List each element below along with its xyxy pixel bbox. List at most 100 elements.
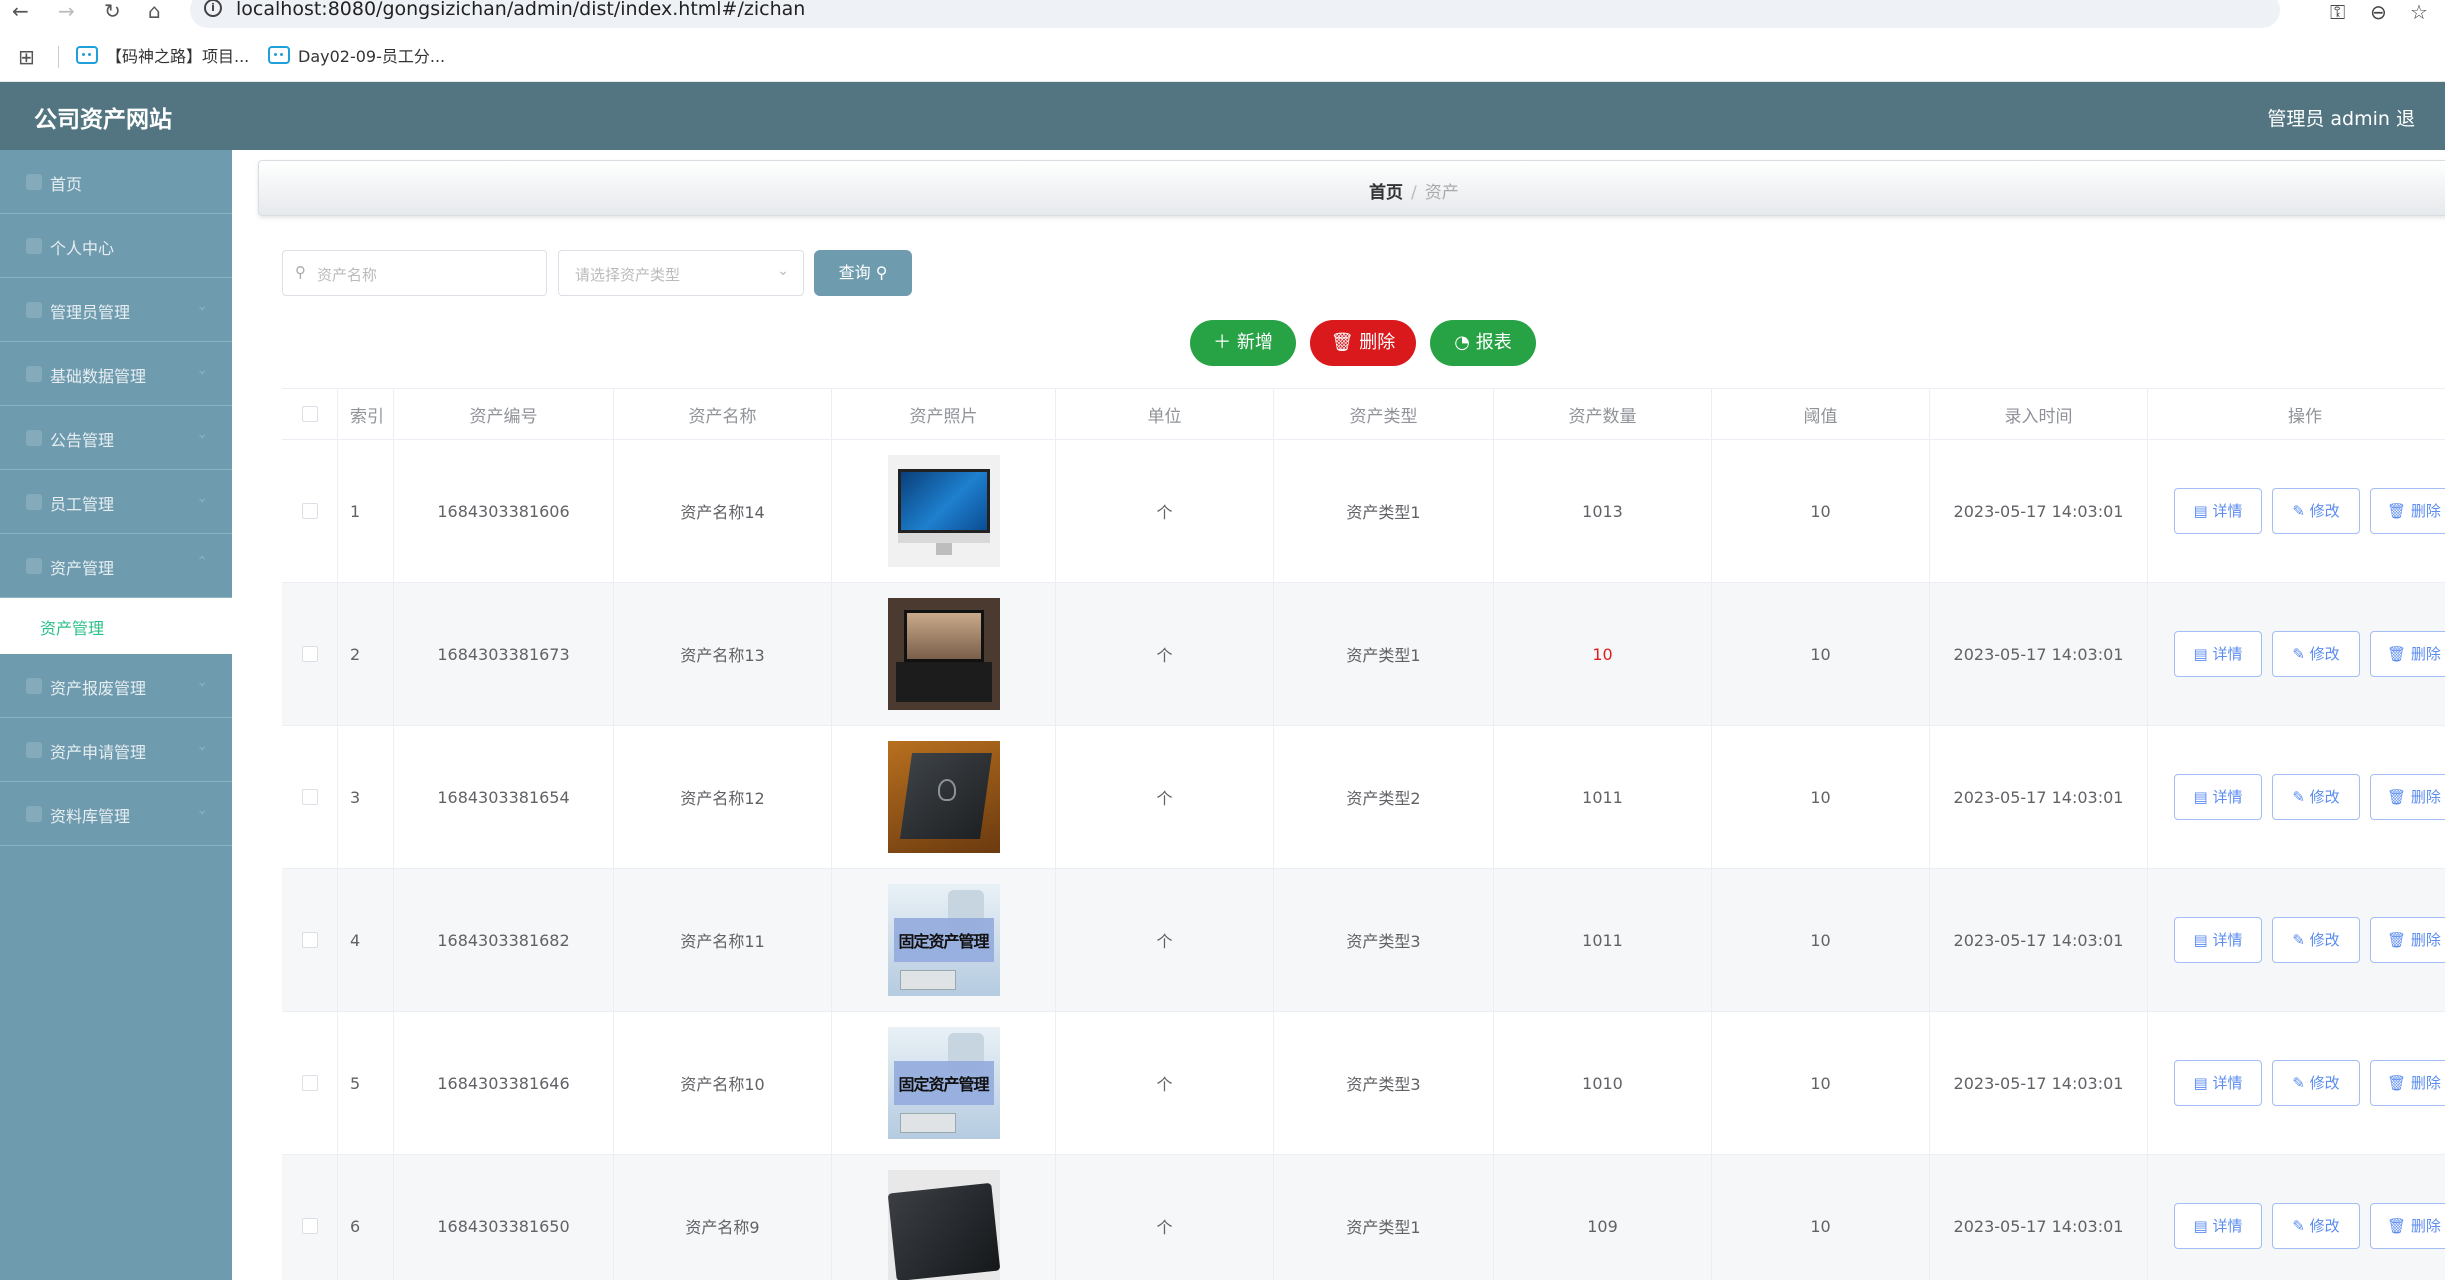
sidebar-item-home[interactable]: 首页 [0, 150, 232, 214]
detail-button[interactable]: ▤ 详情 [2174, 774, 2262, 820]
select-all-cell [282, 389, 338, 439]
add-button[interactable]: ＋ 新增 [1190, 320, 1296, 366]
query-button[interactable]: 查询 ⚲ [814, 250, 912, 296]
cell-index: 4 [338, 869, 394, 1011]
key-icon[interactable]: ⚿ [2330, 0, 2345, 24]
report-button[interactable]: ◔ 报表 [1430, 320, 1536, 366]
row-delete-button[interactable]: 🗑 删除 [2370, 917, 2445, 963]
cell-operations: ▤ 详情 ✎ 修改 🗑 删除 [2148, 869, 2445, 1011]
header-unit: 单位 [1056, 389, 1274, 439]
chevron-down-icon: ⌄ [196, 490, 208, 506]
edit-icon: ✎ [2292, 502, 2310, 520]
select-all-checkbox[interactable] [301, 406, 318, 422]
sidebar-item-library[interactable]: 资料库管理 ⌄ [0, 782, 232, 846]
sidebar-subitem-asset[interactable]: 资产管理 [0, 598, 232, 654]
bookmark-label: 【码神之路】项目... [106, 47, 250, 66]
home-icon[interactable]: ⌂ [148, 0, 161, 22]
zoom-icon[interactable]: ⊖ [2370, 0, 2387, 24]
row-delete-button[interactable]: 🗑 删除 [2370, 1203, 2445, 1249]
row-checkbox[interactable] [301, 503, 318, 519]
modify-button[interactable]: ✎ 修改 [2272, 917, 2360, 963]
asset-banner-calculator [899, 1113, 956, 1133]
back-arrow-icon[interactable]: ← [12, 0, 29, 22]
star-icon[interactable]: ☆ [2410, 0, 2428, 24]
bookmark-label: Day02-09-员工分... [298, 47, 446, 66]
edit-icon: ✎ [2292, 788, 2310, 806]
detail-button[interactable]: ▤ 详情 [2174, 1203, 2262, 1249]
bookmark-item[interactable]: 【码神之路】项目... [76, 43, 249, 67]
home-icon [26, 174, 42, 190]
edit-icon: ✎ [2292, 1217, 2310, 1235]
breadcrumb-separator: / [1411, 183, 1417, 203]
bookmarks-bar: ⊞ 【码神之路】项目... Day02-09-员工分... [0, 30, 2445, 82]
modify-button[interactable]: ✎ 修改 [2272, 488, 2360, 534]
cell-threshold: 10 [1712, 726, 1930, 868]
app-title: 公司资产网站 [34, 107, 172, 133]
document-icon: ▤ [2193, 502, 2213, 520]
sidebar-item-asset[interactable]: 资产管理 ⌃ [0, 534, 232, 598]
delete-button[interactable]: 🗑 删除 [1310, 320, 1416, 366]
row-delete-button[interactable]: 🗑 删除 [2370, 488, 2445, 534]
asset-banner-photo[interactable]: 固定资产管理 [887, 884, 1000, 996]
detail-button[interactable]: ▤ 详情 [2174, 917, 2262, 963]
sidebar-item-asset-scrap[interactable]: 资产报废管理 ⌄ [0, 654, 232, 718]
chevron-down-icon: ⌄ [196, 362, 208, 378]
breadcrumb-bar: 首页 / 资产 [258, 160, 2445, 216]
cell-unit: 个 [1056, 1155, 1274, 1280]
laptop-photo[interactable] [887, 598, 1000, 710]
document-icon: ▤ [2193, 645, 2213, 663]
sidebar-item-notice[interactable]: 公告管理 ⌄ [0, 406, 232, 470]
row-checkbox[interactable] [301, 1075, 318, 1091]
asset-type-select[interactable]: 请选择资产类型 ⌄ [558, 250, 804, 296]
detail-button[interactable]: ▤ 详情 [2174, 1060, 2262, 1106]
gaming-laptop-photo[interactable] [887, 741, 1000, 853]
modify-button[interactable]: ✎ 修改 [2272, 774, 2360, 820]
low-stock-qty: 10 [1592, 644, 1613, 664]
modify-button[interactable]: ✎ 修改 [2272, 631, 2360, 677]
row-checkbox[interactable] [301, 1218, 318, 1234]
sidebar-item-employee[interactable]: 员工管理 ⌄ [0, 470, 232, 534]
cell-unit: 个 [1056, 440, 1274, 582]
reload-icon[interactable]: ↻ [104, 0, 121, 22]
laptop-photo-keyboard [895, 662, 992, 702]
sidebar-item-basic-data[interactable]: 基础数据管理 ⌄ [0, 342, 232, 406]
asset-name-input[interactable]: ⚲ 资产名称 [282, 250, 547, 296]
row-checkbox[interactable] [301, 932, 318, 948]
forward-arrow-icon[interactable]: → [58, 0, 75, 22]
chevron-down-icon: ⌄ [196, 674, 208, 690]
address-bar[interactable]: i localhost:8080/gongsizichan/admin/dist… [190, 0, 2280, 28]
site-info-icon[interactable]: i [204, 0, 222, 17]
asset-banner-photo[interactable]: 固定资产管理 [887, 1027, 1000, 1139]
row-checkbox[interactable] [301, 646, 318, 662]
row-checkbox[interactable] [301, 789, 318, 805]
dark-laptop-photo[interactable] [887, 1170, 1000, 1280]
modify-button[interactable]: ✎ 修改 [2272, 1060, 2360, 1106]
user-menu[interactable]: 管理员 admin 退 [2267, 104, 2415, 131]
bookmark-item[interactable]: Day02-09-员工分... [268, 43, 445, 67]
row-delete-button[interactable]: 🗑 删除 [2370, 1060, 2445, 1106]
bilibili-icon [268, 46, 290, 64]
asset-banner-calculator [899, 970, 956, 990]
row-delete-button[interactable]: 🗑 删除 [2370, 631, 2445, 677]
cell-asset-type: 资产类型1 [1274, 440, 1494, 582]
cell-index: 3 [338, 726, 394, 868]
report-label: 报表 [1475, 332, 1512, 353]
cell-threshold: 10 [1712, 440, 1930, 582]
cell-unit: 个 [1056, 726, 1274, 868]
cell-threshold: 10 [1712, 1155, 1930, 1280]
sidebar-item-asset-apply[interactable]: 资产申请管理 ⌄ [0, 718, 232, 782]
sidebar-item-admin[interactable]: 管理员管理 ⌄ [0, 278, 232, 342]
apps-grid-icon[interactable]: ⊞ [18, 45, 35, 69]
admin-icon [26, 302, 42, 318]
cell-asset-name: 资产名称10 [614, 1012, 832, 1154]
row-delete-button[interactable]: 🗑 删除 [2370, 774, 2445, 820]
detail-button[interactable]: ▤ 详情 [2174, 631, 2262, 677]
sidebar-item-profile[interactable]: 个人中心 [0, 214, 232, 278]
sidebar-subitem-label: 资产管理 [40, 619, 105, 638]
cell-unit: 个 [1056, 583, 1274, 725]
modify-button[interactable]: ✎ 修改 [2272, 1203, 2360, 1249]
detail-button[interactable]: ▤ 详情 [2174, 488, 2262, 534]
imac-photo[interactable] [887, 455, 1000, 567]
breadcrumb-home[interactable]: 首页 [1369, 183, 1403, 203]
bilibili-icon [76, 46, 98, 64]
